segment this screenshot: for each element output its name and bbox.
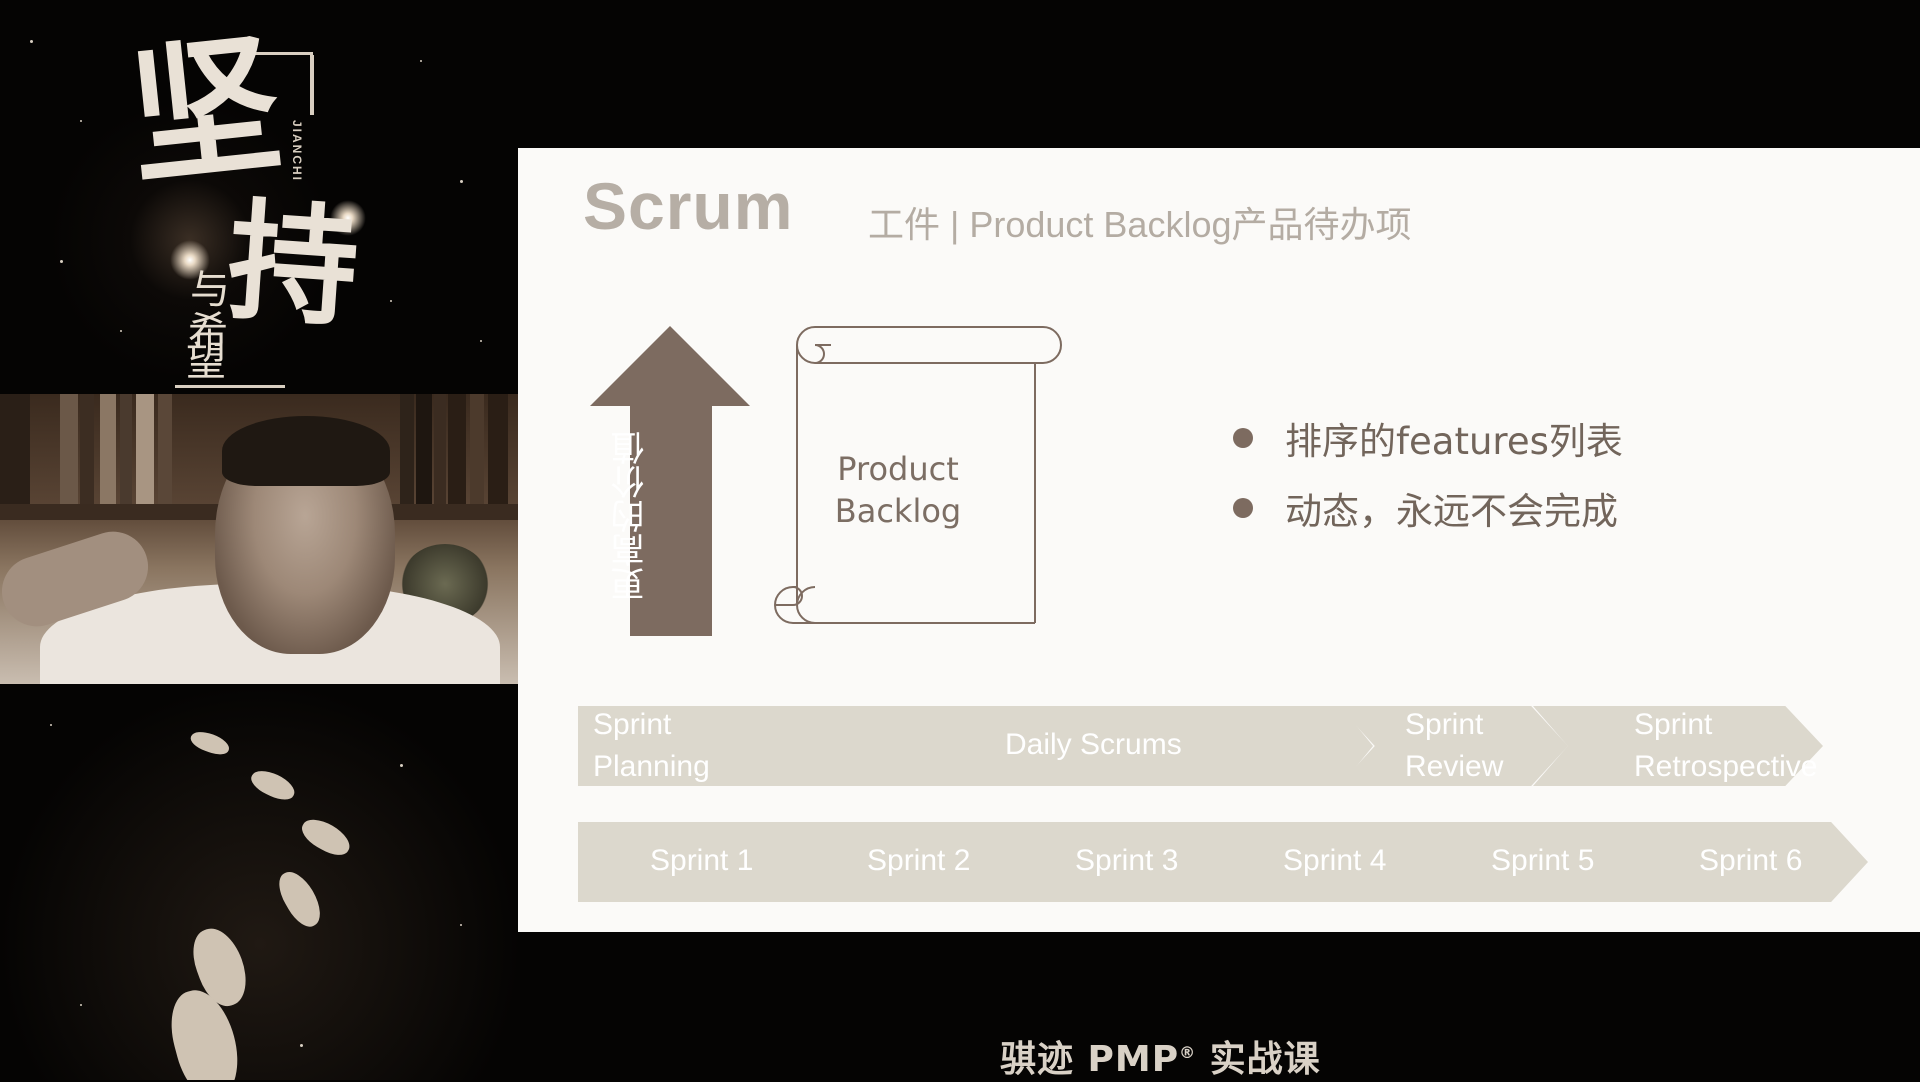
phase-label: Sprint Retrospective bbox=[1634, 708, 1818, 783]
footprint-icon bbox=[296, 812, 356, 862]
scroll-label: Product Backlog bbox=[808, 448, 988, 532]
poster-calligraphy-char: 坚 bbox=[121, 15, 289, 207]
sprint-label: Sprint 3 bbox=[1075, 844, 1179, 877]
course-caption: 骐迹 PMP® 实战课 bbox=[1000, 1039, 1321, 1080]
poster-artwork-bottom bbox=[0, 684, 518, 1080]
presenter-hair bbox=[222, 416, 390, 486]
webcam-video bbox=[0, 394, 518, 684]
footprint-icon bbox=[272, 865, 328, 933]
bullet-dot-icon bbox=[1233, 498, 1253, 518]
scroll-label-line: Product bbox=[837, 450, 959, 488]
sprint-label: Sprint 4 bbox=[1283, 844, 1387, 877]
sprint-label: Sprint 2 bbox=[867, 844, 971, 877]
slide-title: Scrum bbox=[583, 169, 794, 243]
footprint-icon bbox=[188, 727, 232, 759]
poster-latin-text: JIANCHI bbox=[290, 120, 304, 183]
poster-calligraphy-char: 持 bbox=[222, 183, 364, 346]
sprint-label: Sprint 1 bbox=[650, 844, 754, 877]
bullet-text: 动态，永远不会完成 bbox=[1285, 490, 1618, 533]
slide-subtitle: 工件 | Product Backlog产品待办项 bbox=[868, 204, 1412, 245]
phase-label: Sprint Planning bbox=[593, 708, 710, 783]
arrow-label: 更高的价值 bbox=[611, 431, 651, 601]
decorative-line bbox=[310, 55, 314, 115]
sprint-label: Sprint 6 bbox=[1699, 844, 1803, 877]
scroll-label-line: Backlog bbox=[834, 492, 962, 530]
poster-artwork-top: 坚 持 与 希 望 JIANCHI bbox=[0, 0, 518, 394]
presentation-slide: Scrum 工件 | Product Backlog产品待办项 更高的价值 Pr… bbox=[518, 148, 1920, 932]
bullet-text: 排序的features列表 bbox=[1285, 420, 1623, 463]
registered-mark: ® bbox=[1179, 1043, 1197, 1062]
phase-label: Daily Scrums bbox=[1005, 728, 1182, 761]
bullet-item: 排序的features列表 bbox=[1233, 413, 1623, 463]
poster-small-char: 望 bbox=[186, 339, 226, 385]
poster-small-char: 与 bbox=[190, 267, 230, 313]
bullet-item: 动态，永远不会完成 bbox=[1233, 483, 1618, 533]
sprint-label: Sprint 5 bbox=[1491, 844, 1595, 877]
decorative-line bbox=[175, 385, 285, 388]
bullet-dot-icon bbox=[1233, 428, 1253, 448]
footprint-icon bbox=[247, 765, 299, 805]
phase-label: Sprint Review bbox=[1405, 708, 1504, 783]
